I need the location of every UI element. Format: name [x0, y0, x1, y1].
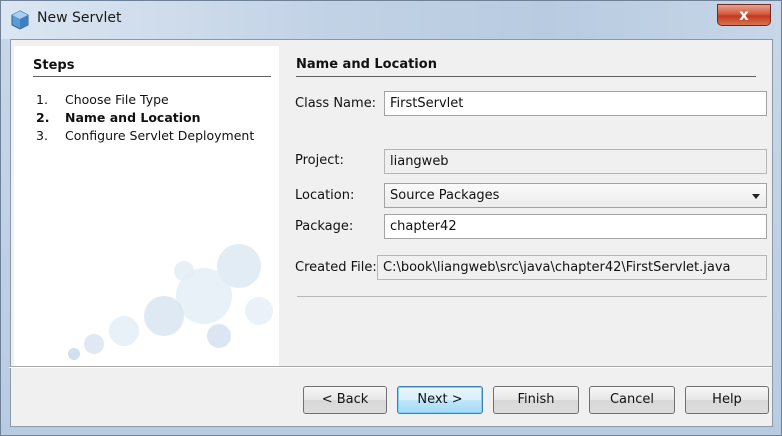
- step-number: 3.: [36, 128, 48, 143]
- decorative-bubbles-graphic: [68, 244, 273, 360]
- project-field: liangweb: [384, 149, 767, 174]
- back-button[interactable]: < Back: [303, 386, 387, 414]
- steps-divider: [33, 76, 271, 77]
- package-combo-input[interactable]: chapter42: [384, 214, 767, 239]
- step-choose-file-type: 1. Choose File Type: [36, 92, 169, 107]
- class-name-value: FirstServlet: [390, 96, 464, 111]
- netbeans-cube-icon: [11, 10, 29, 30]
- package-label: Package:: [295, 219, 354, 234]
- close-button[interactable]: x: [717, 4, 771, 26]
- created-file-value: C:\book\liangweb\src\java\chapter42\Firs…: [383, 260, 731, 275]
- step-label: Configure Servlet Deployment: [65, 128, 255, 143]
- location-dropdown[interactable]: Source Packages: [384, 183, 767, 208]
- step-label: Name and Location: [65, 110, 201, 125]
- location-value: Source Packages: [390, 188, 500, 203]
- chevron-down-icon: [752, 194, 760, 199]
- next-button[interactable]: Next >: [397, 386, 483, 414]
- step-name-and-location: 2. Name and Location: [36, 110, 201, 125]
- steps-panel: Steps 1. Choose File Type 2. Name and Loca…: [14, 46, 279, 366]
- name-and-location-panel: Name and Location Class Name: FirstServl…: [279, 46, 768, 366]
- package-value: chapter42: [390, 219, 457, 234]
- step-number: 1.: [36, 92, 48, 107]
- panel-divider: [296, 76, 756, 77]
- project-label: Project:: [295, 153, 344, 168]
- help-button[interactable]: Help: [685, 386, 769, 414]
- location-label: Location:: [295, 188, 355, 203]
- cancel-button[interactable]: Cancel: [589, 386, 675, 414]
- project-value: liangweb: [390, 154, 449, 169]
- finish-button[interactable]: Finish: [493, 386, 579, 414]
- step-configure-servlet-deployment: 3. Configure Servlet Deployment: [36, 128, 254, 143]
- class-name-label: Class Name:: [295, 96, 377, 111]
- step-label: Choose File Type: [65, 92, 169, 107]
- close-icon: x: [739, 6, 749, 24]
- panel-heading: Name and Location: [296, 57, 437, 72]
- title-bar[interactable]: New Servlet x: [1, 1, 781, 39]
- created-file-label: Created File:: [295, 260, 377, 275]
- content-separator: [297, 296, 767, 297]
- button-bar-divider: [9, 366, 772, 368]
- step-number: 2.: [36, 110, 50, 125]
- steps-heading: Steps: [33, 58, 75, 73]
- class-name-input[interactable]: FirstServlet: [384, 91, 767, 116]
- created-file-field: C:\book\liangweb\src\java\chapter42\Firs…: [377, 255, 767, 280]
- window-title: New Servlet: [37, 10, 122, 26]
